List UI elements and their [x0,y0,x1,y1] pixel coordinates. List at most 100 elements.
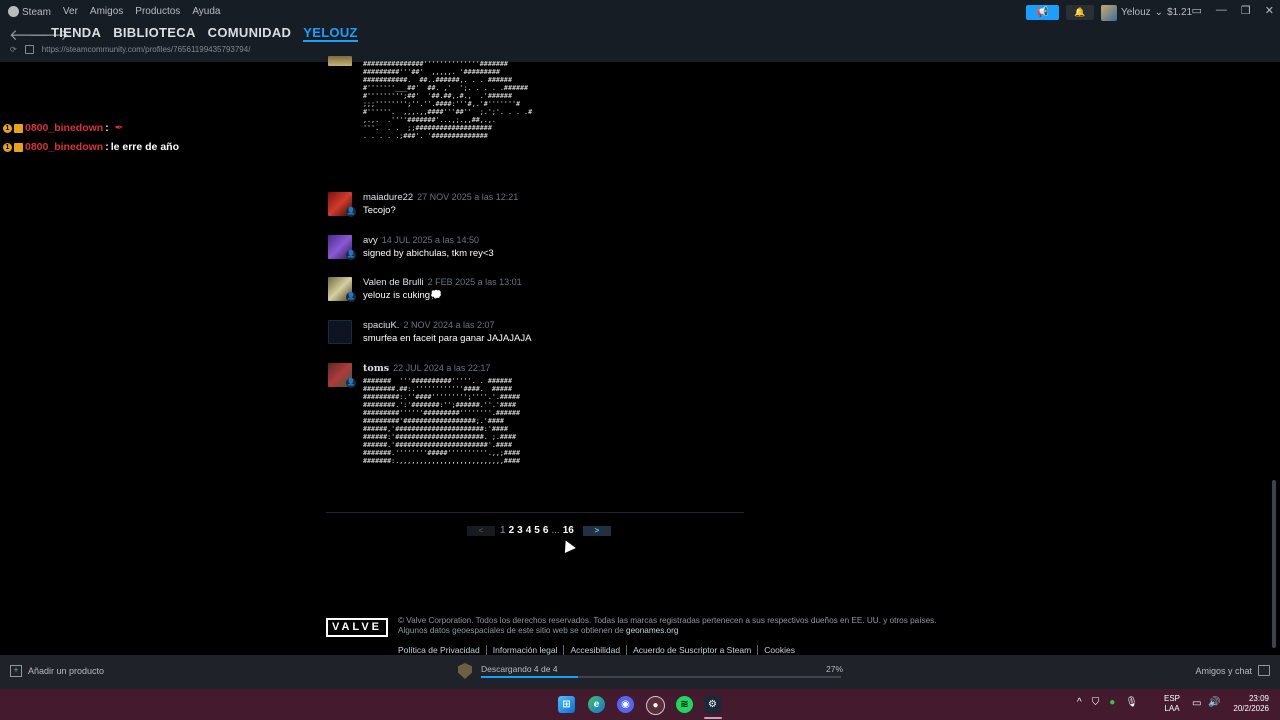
comment-author[interactable]: Valen de Brulli [363,277,424,288]
scrollbar-thumb[interactable] [1272,480,1276,648]
restore-icon[interactable]: ❐ [1241,4,1251,17]
comment-author[interactable]: spaciuK. [363,320,399,331]
tab-biblioteca[interactable]: BIBLIOTECA [113,25,195,42]
avatar [1101,4,1117,21]
account-menu[interactable]: Yelouz ⌄ $1.21 [1101,4,1192,21]
pagination: < 1 2 3 4 5 6 ... 16 > [467,525,613,536]
minimize-icon[interactable]: — [1216,4,1227,17]
volume-icon[interactable]: 🔊 [1208,697,1220,708]
chat-message: 1 0800_binedown : le erre de año [3,141,179,153]
chevron-down-icon: ⌄ [1154,7,1164,18]
status-dot-icon[interactable]: ● [1109,697,1115,708]
chat-separator: : [105,122,109,134]
url-text[interactable]: https://steamcommunity.com/profiles/7656… [42,45,251,54]
comment-avatar[interactable] [328,56,352,66]
chat-username: 0800_binedown [25,141,104,153]
download-progress-bar [481,676,841,678]
comment-avatar[interactable] [328,320,352,344]
page-3[interactable]: 3 [517,525,523,536]
status-bar: + Añadir un producto Descargando 4 de 4 … [0,655,1280,689]
comment-text: yelouz is cuking [363,290,431,301]
microphone-icon[interactable]: 🎙 [1125,697,1138,708]
discord-icon[interactable]: ◉ [617,696,634,713]
steam-taskbar-icon[interactable]: ⚙ [704,696,721,713]
page-6[interactable]: 6 [543,525,549,536]
menu-steam[interactable]: Steam [8,6,51,18]
network-icon[interactable]: ▭ [1192,698,1201,709]
mouse-cursor [560,537,576,554]
link-legal[interactable]: Información legal [485,645,564,655]
plus-icon: + [10,665,22,677]
add-product-button[interactable]: + Añadir un producto [10,665,104,677]
notifications-button[interactable]: 🔔 [1066,5,1094,20]
close-icon[interactable]: ✕ [1265,4,1274,17]
chat-message: 1 0800_binedown : ✒ [3,122,124,134]
game-icon [458,663,472,679]
download-percent: 27% [826,664,844,674]
edge-icon[interactable]: e [588,696,605,713]
wallet-balance: $1.21 [1167,7,1193,18]
tab-tienda[interactable]: TIENDA [51,25,101,42]
friends-chat-button[interactable]: Amigos y chat [1195,665,1270,676]
page-5[interactable]: 5 [534,525,540,536]
announcement-button[interactable]: 📢 [1026,5,1059,20]
comment-author[interactable]: avy [363,235,378,246]
page-16[interactable]: 16 [563,525,574,536]
spotify-icon[interactable]: ≋ [676,696,693,713]
comment-date: 14 JUL 2025 a las 14:50 [381,235,480,245]
steam-logo-icon [8,6,19,17]
comment-item: 👤 Valen de Brulli 2 FEB 2025 a las 13:01 … [328,277,748,313]
url-row: ⟳ https://steamcommunity.com/profiles/76… [10,45,250,54]
comment-author-line: avy 14 JUL 2025 a las 14:50 [363,235,479,246]
lock-icon [24,45,34,54]
valve-logo[interactable]: VALVE [326,618,388,637]
emoji-icon: 💭 [430,290,442,301]
clock-time: 23:09 [1248,694,1269,703]
comment-author[interactable]: toms [363,363,389,374]
comment-author[interactable]: maiadure22 [363,192,413,203]
language-indicator[interactable]: ESP LAA [1164,694,1180,714]
menu-productos[interactable]: Productos [135,6,180,18]
tab-comunidad[interactable]: COMUNIDAD [208,25,292,42]
windows-start-icon[interactable]: ⊞ [558,696,575,713]
big-picture-icon[interactable]: ▭ [1192,4,1202,17]
tab-profile[interactable]: YELOUZ [303,25,358,42]
page-2[interactable]: 2 [509,525,515,536]
page-4[interactable]: 4 [526,525,532,536]
shield-icon[interactable]: ⛉ [1092,697,1100,708]
link-ssa[interactable]: Acuerdo de Suscriptor a Steam [626,645,757,655]
chat-username: 0800_binedown [25,122,104,134]
download-status[interactable]: Descargando 4 de 4 [481,664,558,674]
menu-ayuda[interactable]: Ayuda [192,6,220,18]
user-status-icon: 👤 [346,378,356,388]
comment-text: Tecojo? [363,205,396,216]
page-1: 1 [500,525,506,536]
comment-author-line: maiadure22 27 NOV 2025 a las 12:21 [363,192,518,203]
clock[interactable]: 23:09 20/2/2026 [1225,694,1269,714]
menu-ver[interactable]: Ver [63,6,78,18]
link-privacy[interactable]: Política de Privacidad [398,645,486,655]
chevron-up-icon[interactable]: ^ [1077,697,1082,708]
reload-icon[interactable]: ⟳ [10,45,17,54]
comment-text: signed by abichulas, tkm rey<3 [363,248,494,259]
menu-amigos[interactable]: Amigos [90,6,123,18]
badge-icon: 1 [3,123,12,133]
user-status-icon: 👤 [346,292,356,302]
prev-page-button[interactable]: < [467,525,495,536]
divider [326,512,744,513]
geonames-link[interactable]: geonames.org [626,626,678,635]
user-status-icon: 👤 [346,207,356,217]
comment-date: 2 NOV 2024 a las 2:07 [403,320,495,330]
language-code: ESP [1164,694,1181,703]
chat-icon [1258,665,1270,676]
badge-icon [14,142,23,152]
navigation-bar: 🡐 🡒 TIENDA BIBLIOTECA COMUNIDAD YELOUZ ⟳… [0,24,1280,62]
comment-author-line: toms 22 JUL 2024 a las 22:17 [363,363,490,374]
copyright-line-1: © Valve Corporation. Todos los derechos … [398,616,937,625]
obs-icon[interactable]: ● [646,696,665,715]
title-bar: Steam Ver Amigos Productos Ayuda 📢 🔔 Yel… [0,0,1280,24]
next-page-button[interactable]: > [582,525,611,536]
link-accessibility[interactable]: Accesibilidad [563,645,626,655]
link-cookies[interactable]: Cookies [757,645,801,655]
chat-separator: : [105,141,109,153]
